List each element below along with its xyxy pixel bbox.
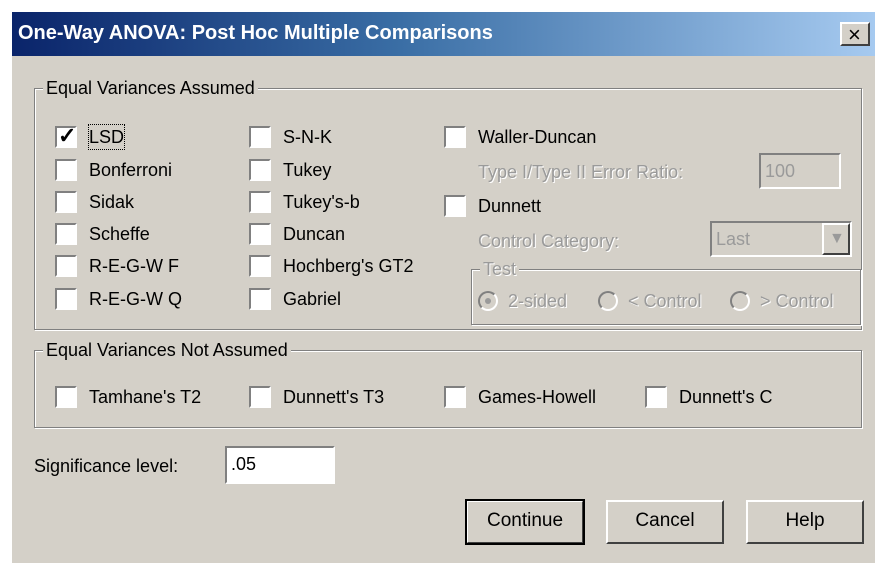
window-title: One-Way ANOVA: Post Hoc Multiple Compari… bbox=[18, 22, 493, 44]
test-group-label: Test bbox=[480, 257, 520, 281]
equal-variances-assumed-label: Equal Variances Assumed bbox=[43, 76, 258, 100]
checkbox-box[interactable] bbox=[55, 288, 77, 310]
error-ratio-input[interactable]: 100 bbox=[759, 153, 841, 189]
checkbox-box[interactable] bbox=[249, 159, 271, 181]
equal-variances-assumed-group: Equal Variances Assumed ✓ LSD Bonferroni… bbox=[34, 76, 862, 330]
control-category-select[interactable]: Last ▼ bbox=[710, 221, 852, 257]
checkbox-box[interactable] bbox=[444, 126, 466, 148]
duncan-label: Duncan bbox=[283, 224, 346, 244]
checkbox-box[interactable] bbox=[249, 191, 271, 213]
checkbox-box[interactable] bbox=[249, 255, 271, 277]
radio-circle[interactable] bbox=[598, 291, 618, 311]
gabriel-label: Gabriel bbox=[283, 289, 342, 309]
dunnetts-t3-label: Dunnett's T3 bbox=[283, 387, 385, 407]
post-hoc-dialog: One-Way ANOVA: Post Hoc Multiple Compari… bbox=[10, 10, 875, 563]
checkbox-box[interactable] bbox=[444, 386, 466, 408]
significance-level-label: Significance level: bbox=[34, 456, 179, 476]
two-sided-label: 2-sided bbox=[508, 291, 568, 311]
bonferroni-label: Bonferroni bbox=[89, 160, 173, 180]
continue-button[interactable]: Continue bbox=[465, 499, 585, 545]
checkbox-box[interactable] bbox=[55, 386, 77, 408]
radio-circle[interactable] bbox=[730, 291, 750, 311]
checkbox-box[interactable] bbox=[55, 255, 77, 277]
hochberg-label: Hochberg's GT2 bbox=[283, 256, 414, 276]
checkmark-icon: ✓ bbox=[58, 123, 77, 148]
tukeys-b-label: Tukey's-b bbox=[283, 192, 360, 212]
waller-duncan-label: Waller-Duncan bbox=[478, 127, 597, 147]
less-control-label: < Control bbox=[628, 291, 702, 311]
checkbox-box[interactable] bbox=[55, 159, 77, 181]
snk-label: S-N-K bbox=[283, 127, 332, 147]
checkbox-box[interactable] bbox=[55, 191, 77, 213]
control-category-value: Last bbox=[716, 229, 751, 249]
radio-circle[interactable] bbox=[478, 291, 498, 311]
checkbox-box[interactable] bbox=[55, 223, 77, 245]
checkbox-box[interactable] bbox=[249, 223, 271, 245]
tamhane-label: Tamhane's T2 bbox=[89, 387, 202, 407]
control-category-label: Control Category: bbox=[478, 231, 620, 251]
checkbox-box[interactable] bbox=[249, 288, 271, 310]
significance-level-input[interactable]: .05 bbox=[225, 446, 335, 484]
checkbox-box[interactable] bbox=[645, 386, 667, 408]
regwf-label: R-E-G-W F bbox=[89, 256, 179, 276]
lsd-label: LSD bbox=[87, 124, 126, 150]
checkbox-box[interactable] bbox=[249, 386, 271, 408]
close-button[interactable]: × bbox=[840, 22, 870, 47]
games-howell-label: Games-Howell bbox=[478, 387, 597, 407]
dropdown-button[interactable]: ▼ bbox=[822, 223, 850, 255]
help-button[interactable]: Help bbox=[746, 500, 864, 544]
equal-variances-not-assumed-group: Equal Variances Not Assumed Tamhane's T2… bbox=[34, 338, 862, 428]
dunnett-label: Dunnett bbox=[478, 196, 542, 216]
chevron-down-icon: ▼ bbox=[829, 230, 845, 247]
equal-variances-not-assumed-label: Equal Variances Not Assumed bbox=[43, 338, 291, 362]
radio-dot-icon bbox=[485, 298, 491, 304]
close-icon: × bbox=[848, 22, 861, 47]
scheffe-label: Scheffe bbox=[89, 224, 150, 244]
error-ratio-label: Type I/Type II Error Ratio: bbox=[478, 162, 684, 182]
cancel-button[interactable]: Cancel bbox=[606, 500, 724, 544]
sidak-label: Sidak bbox=[89, 192, 135, 212]
greater-control-label: > Control bbox=[760, 291, 834, 311]
checkbox-box[interactable] bbox=[249, 126, 271, 148]
test-group: Test 2-sided < Control > Control bbox=[471, 257, 861, 325]
title-bar[interactable]: One-Way ANOVA: Post Hoc Multiple Compari… bbox=[12, 12, 875, 56]
dunnetts-c-label: Dunnett's C bbox=[679, 387, 773, 407]
checkbox-box[interactable] bbox=[444, 195, 466, 217]
tukey-label: Tukey bbox=[283, 160, 332, 180]
regwq-label: R-E-G-W Q bbox=[89, 289, 182, 309]
checkbox-box[interactable]: ✓ bbox=[55, 123, 77, 148]
